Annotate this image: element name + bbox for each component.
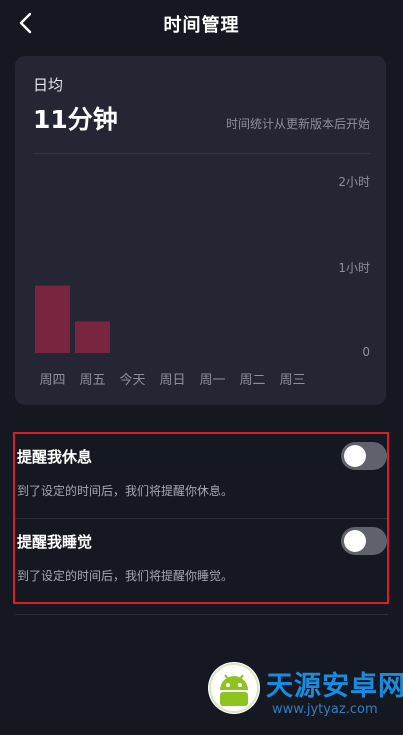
watermark-url: www.jytyaz.com [272, 702, 378, 717]
reminder-row-rest: 提醒我休息 到了设定的时间后，我们将提醒你休息。 [15, 434, 387, 519]
x-tick-label-5: 周二 [239, 373, 266, 388]
watermark-text: 天源安卓网 [266, 671, 403, 702]
x-tick-label-2: 今天 [119, 373, 146, 388]
rest-reminder-toggle[interactable] [341, 442, 387, 470]
chart-bar-0 [35, 285, 70, 353]
usage-stats-card: 日均 11分钟 时间统计从更新版本后开始 2小时 1小时 0 周四 周五 今天 周日 周一 周二… [15, 56, 386, 405]
sleep-reminder-description: 到了设定的时间后，我们将提醒你睡觉。 [17, 569, 234, 583]
x-tick-label-4: 周一 [199, 373, 226, 388]
y-tick-label-2: 0 [362, 345, 370, 359]
toggle-knob [344, 445, 366, 467]
x-tick-label-1: 周五 [79, 373, 106, 388]
header: 时间管理 [0, 0, 403, 48]
reminder-settings-highlight: 提醒我休息 到了设定的时间后，我们将提醒你休息。 提醒我睡觉 到了设定的时间后，… [13, 432, 389, 604]
x-tick-label-0: 周四 [39, 373, 66, 388]
sleep-reminder-toggle[interactable] [341, 527, 387, 555]
page-title: 时间管理 [163, 15, 240, 36]
android-logo-icon [208, 662, 260, 714]
rest-reminder-description: 到了设定的时间后，我们将提醒你休息。 [17, 484, 234, 498]
chart-bar-1 [75, 321, 110, 353]
time-management-screen: 时间管理 日均 11分钟 时间统计从更新版本后开始 2小时 1小时 0 周四 周五 今天周… [0, 0, 403, 735]
sleep-reminder-title: 提醒我睡觉 [17, 533, 93, 551]
toggle-knob [344, 530, 366, 552]
y-tick-label-0: 2小时 [338, 175, 370, 189]
rest-reminder-title: 提醒我休息 [17, 448, 93, 466]
weekly-usage-chart: 2小时 1小时 0 周四 周五 今天 周日 周一 周二 周三 [15, 56, 386, 405]
watermark: 天源安卓网 www.jytyaz.com [206, 656, 403, 728]
x-tick-label-3: 周日 [159, 373, 186, 388]
y-tick-label-1: 1小时 [338, 261, 370, 275]
reminder-row-sleep: 提醒我睡觉 到了设定的时间后，我们将提醒你睡觉。 [15, 519, 387, 603]
section-divider [15, 614, 388, 615]
x-tick-label-6: 周三 [279, 373, 306, 388]
